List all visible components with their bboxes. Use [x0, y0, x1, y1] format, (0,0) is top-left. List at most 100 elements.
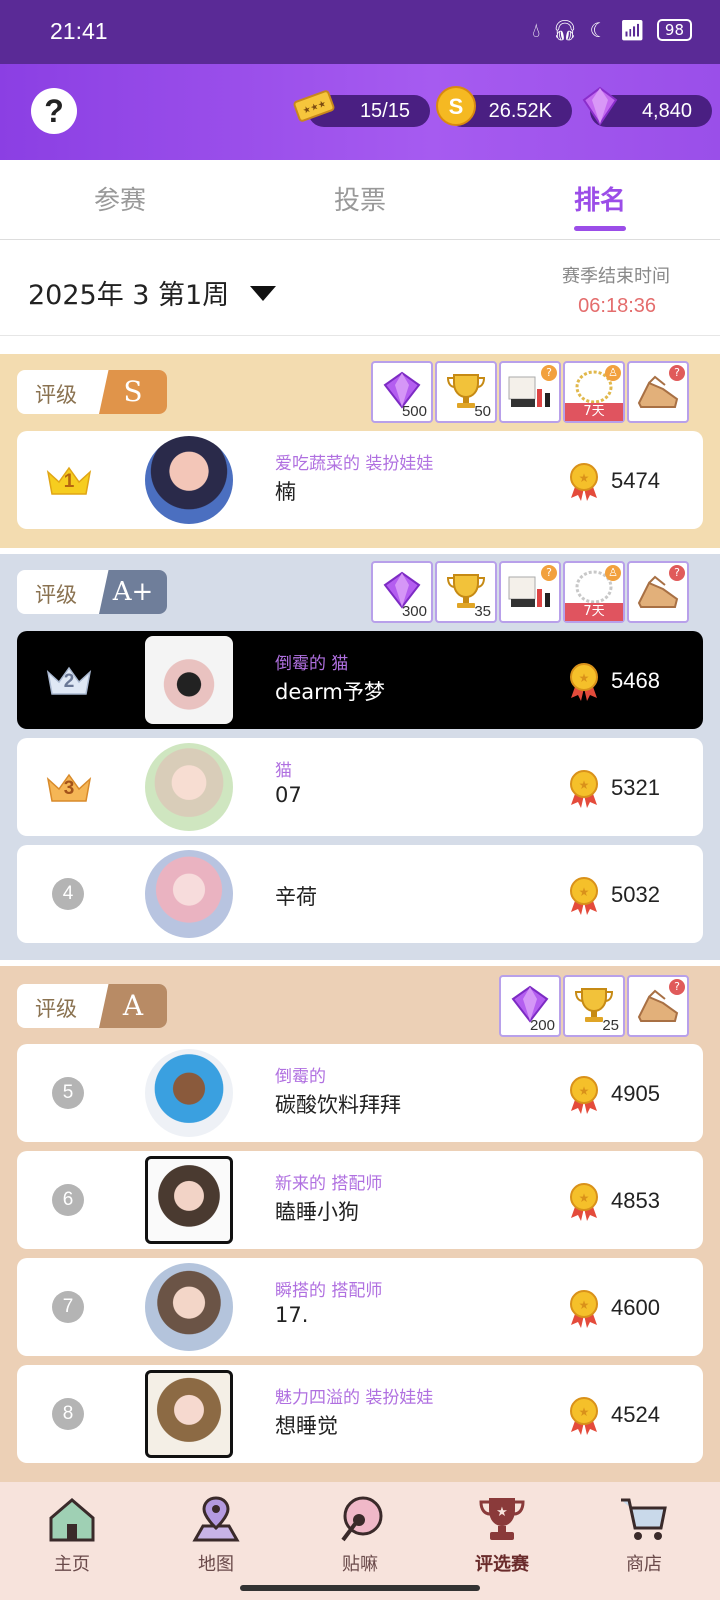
- rank-crown-bronze-icon: 3: [45, 771, 93, 805]
- avatar[interactable]: [145, 1263, 233, 1351]
- medal-icon: ★: [570, 1397, 598, 1435]
- duration-tag: 7天: [565, 603, 623, 621]
- info-icon[interactable]: ♙: [605, 565, 621, 581]
- player-title: 倒霉的: [275, 1067, 326, 1087]
- svg-text:★: ★: [579, 671, 590, 685]
- player-name: 瞌睡小狗: [275, 1200, 359, 1224]
- gem-icon: [582, 86, 618, 126]
- grade-badge: 评级 S: [17, 370, 167, 414]
- medal-icon: ★: [570, 663, 598, 701]
- grade-section-s: 评级 S 500 50 ? ♙ 7天 ? 1 爱吃蔬菜的 装扮娃娃 楠 ★ 54…: [0, 354, 720, 548]
- nav-contest[interactable]: ★ 评选赛: [452, 1492, 552, 1576]
- svg-text:★: ★: [579, 1191, 590, 1205]
- grade-badge: 评级 A+: [17, 570, 167, 614]
- reward-makeup-set[interactable]: ?: [499, 561, 561, 623]
- reward-trophy[interactable]: 50: [435, 361, 497, 423]
- info-icon[interactable]: ?: [541, 365, 557, 381]
- reward-necklace[interactable]: ♙ 7天: [563, 361, 625, 423]
- reward-trophy[interactable]: 25: [563, 975, 625, 1037]
- reward-gem[interactable]: 500: [371, 361, 433, 423]
- player-title: 爱吃蔬菜的 装扮娃娃: [275, 454, 434, 474]
- player-title: 瞬搭的 搭配师: [275, 1281, 383, 1301]
- avatar[interactable]: [145, 743, 233, 831]
- grade-label: 评级: [35, 583, 77, 607]
- status-time: 21:41: [50, 18, 108, 44]
- tab-bar: 参赛 投票 排名: [0, 160, 720, 240]
- player-score: 4853: [611, 1188, 660, 1213]
- reward-shoes[interactable]: ?: [627, 975, 689, 1037]
- avatar[interactable]: [145, 436, 233, 524]
- grade-value: S: [99, 370, 167, 414]
- rank-crown-gold-icon: 1: [45, 464, 93, 498]
- player-score: 5474: [611, 468, 660, 493]
- rank-number: 7: [52, 1291, 84, 1323]
- nav-post[interactable]: 贴嘛: [310, 1492, 410, 1576]
- week-label[interactable]: 2025年 3 第1周: [28, 273, 229, 312]
- avatar[interactable]: [145, 850, 233, 938]
- player-name: 07: [275, 783, 302, 807]
- nav-shop[interactable]: 商店: [594, 1492, 694, 1576]
- bottom-nav: 主页 地图 贴嘛 ★ 评选赛 商店: [0, 1482, 720, 1600]
- svg-text:★: ★: [579, 471, 590, 485]
- ranking-row[interactable]: 8 魅力四溢的 装扮娃娃 想睡觉 ★ 4524: [17, 1365, 703, 1463]
- dropdown-arrow-icon[interactable]: [250, 286, 276, 301]
- moon-icon: ☾: [589, 18, 608, 42]
- season-end-label: 赛季结束时间: [562, 266, 670, 287]
- medal-icon: ★: [570, 1290, 598, 1328]
- ranking-row[interactable]: 6 新来的 搭配师 瞌睡小狗 ★ 4853: [17, 1151, 703, 1249]
- post-icon: [341, 1496, 383, 1542]
- info-icon[interactable]: ?: [669, 979, 685, 995]
- ranking-row[interactable]: 3 猫 07 ★ 5321: [17, 738, 703, 836]
- reward-shoes[interactable]: ?: [627, 561, 689, 623]
- player-name: 17.: [275, 1303, 309, 1327]
- home-indicator[interactable]: [240, 1585, 480, 1591]
- info-icon[interactable]: ?: [669, 365, 685, 381]
- reward-makeup-set[interactable]: ?: [499, 361, 561, 423]
- player-title: 魅力四溢的 装扮娃娃: [275, 1388, 434, 1408]
- map-icon: [192, 1496, 240, 1542]
- ranking-row[interactable]: 4 辛荷 ★ 5032: [17, 845, 703, 943]
- grade-section-a: 评级 A 200 25 ? 5 倒霉的 碳酸饮料拜拜 ★ 4905 6 新来的 …: [0, 966, 720, 1482]
- nav-map[interactable]: 地图: [166, 1492, 266, 1576]
- coin-icon: S: [436, 86, 476, 126]
- grade-label: 评级: [35, 383, 77, 407]
- nav-home[interactable]: 主页: [22, 1492, 122, 1576]
- svg-text:★: ★: [579, 1298, 590, 1312]
- reward-shoes[interactable]: ?: [627, 361, 689, 423]
- player-name: 想睡觉: [275, 1414, 338, 1438]
- ranking-row[interactable]: 7 瞬搭的 搭配师 17. ★ 4600: [17, 1258, 703, 1356]
- player-score: 5032: [611, 882, 660, 907]
- tab-vote[interactable]: 投票: [300, 180, 420, 217]
- reward-necklace[interactable]: ♙ 7天: [563, 561, 625, 623]
- svg-text:★: ★: [496, 1505, 508, 1520]
- avatar[interactable]: [145, 1049, 233, 1137]
- tab-ranking[interactable]: 排名: [540, 180, 660, 217]
- grade-section-a-plus: 评级 A+ 300 35 ? ♙ 7天 ? 2 倒霉的 猫 dearm予梦 ★ …: [0, 554, 720, 960]
- ranking-row[interactable]: 1 爱吃蔬菜的 装扮娃娃 楠 ★ 5474: [17, 431, 703, 529]
- avatar[interactable]: [145, 636, 233, 724]
- duration-tag: 7天: [565, 403, 623, 421]
- svg-text:★: ★: [579, 885, 590, 899]
- ranking-row[interactable]: 5 倒霉的 碳酸饮料拜拜 ★ 4905: [17, 1044, 703, 1142]
- tab-enter[interactable]: 参赛: [60, 180, 180, 217]
- reward-gem[interactable]: 300: [371, 561, 433, 623]
- reward-gem[interactable]: 200: [499, 975, 561, 1037]
- player-title: 新来的 搭配师: [275, 1174, 383, 1194]
- medal-icon: ★: [570, 463, 598, 501]
- info-icon[interactable]: ♙: [605, 365, 621, 381]
- grade-badge: 评级 A: [17, 984, 167, 1028]
- avatar[interactable]: [145, 1156, 233, 1244]
- player-score: 5321: [611, 775, 660, 800]
- player-name: 辛荷: [275, 885, 317, 909]
- rank-number: 6: [52, 1184, 84, 1216]
- ranking-row-self[interactable]: 2 倒霉的 猫 dearm予梦 ★ 5468: [17, 631, 703, 729]
- reward-list: 300 35 ? ♙ 7天 ?: [371, 561, 689, 623]
- svg-text:S: S: [449, 94, 464, 119]
- info-icon[interactable]: ?: [669, 565, 685, 581]
- help-button[interactable]: ?: [31, 88, 77, 134]
- avatar[interactable]: [145, 1370, 233, 1458]
- grade-value: A+: [99, 570, 167, 614]
- home-icon: [49, 1498, 95, 1542]
- reward-trophy[interactable]: 35: [435, 561, 497, 623]
- info-icon[interactable]: ?: [541, 565, 557, 581]
